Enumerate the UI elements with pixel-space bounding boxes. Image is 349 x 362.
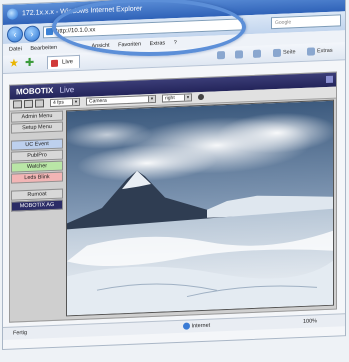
- add-favorite-icon[interactable]: ✚: [25, 57, 34, 69]
- print-icon: [253, 49, 261, 58]
- zone-label: Internet: [191, 322, 211, 330]
- search-input[interactable]: Google: [271, 14, 341, 30]
- grid-icon[interactable]: [35, 99, 44, 108]
- home-icon: [217, 50, 225, 59]
- zone-indicator: Internet: [183, 320, 210, 333]
- header-corner-icon[interactable]: [326, 75, 333, 83]
- snow-landscape-image: [66, 100, 334, 316]
- tab-live[interactable]: Live: [47, 54, 81, 70]
- ie-logo-icon: [7, 8, 18, 20]
- light-chevron-icon: ▼: [184, 94, 191, 101]
- light-select[interactable]: right ▼: [162, 93, 192, 103]
- fps-chevron-icon: ▼: [72, 98, 79, 106]
- camera-select[interactable]: Camera ▼: [86, 94, 156, 106]
- view-title: Live: [59, 85, 75, 95]
- tools-menu-label: Extras: [317, 47, 333, 55]
- mobotix-link[interactable]: MOBOTIX AG: [11, 199, 63, 212]
- live-camera-image: [66, 99, 334, 317]
- print-button[interactable]: [253, 49, 263, 59]
- home-button[interactable]: [217, 50, 227, 60]
- zoom-level[interactable]: 100%: [303, 315, 317, 328]
- page-menu-icon: [273, 48, 281, 57]
- page-menu-button[interactable]: Seite: [273, 47, 296, 58]
- uc-event-button[interactable]: UC Event: [11, 138, 63, 151]
- watcher-button[interactable]: Watcher: [11, 160, 63, 173]
- record-dot-icon[interactable]: [198, 93, 204, 101]
- menu-bearbeiten[interactable]: Bearbeiten: [30, 45, 57, 52]
- publpro-button[interactable]: PublPro: [11, 149, 63, 162]
- tab-label: Live: [62, 59, 74, 66]
- camera-select-value: Camera: [89, 97, 107, 105]
- mobotix-tab-icon: [51, 59, 58, 68]
- tools-menu-button[interactable]: Extras: [307, 46, 333, 57]
- play-icon[interactable]: [24, 99, 33, 109]
- status-text: Fertig: [13, 329, 28, 337]
- camera-side-menu: Admin Menu Setup Menu UC Event PublPro W…: [11, 110, 63, 213]
- rumoat-button[interactable]: Rumoat: [11, 188, 63, 201]
- leds-blink-button[interactable]: Leds Blink: [11, 171, 63, 184]
- globe-icon: [183, 322, 190, 330]
- address-highlight-ellipse: [52, 0, 246, 56]
- admin-menu-button[interactable]: Admin Menu: [11, 110, 63, 123]
- camera-chevron-icon: ▼: [148, 95, 155, 103]
- feeds-button[interactable]: [235, 49, 245, 59]
- setup-menu-button[interactable]: Setup Menu: [11, 121, 63, 134]
- brand-title: MOBOTIX: [16, 85, 54, 97]
- favorites-star-icon[interactable]: ★: [9, 57, 19, 69]
- tools-menu-icon: [307, 46, 315, 56]
- menu-datei[interactable]: Datei: [9, 46, 22, 53]
- snapshot-icon[interactable]: [13, 100, 22, 109]
- fps-select[interactable]: 4 fps ▼: [50, 97, 80, 108]
- feeds-icon: [235, 49, 243, 59]
- fps-select-value: 4 fps: [53, 99, 64, 106]
- light-select-value: right: [165, 95, 175, 102]
- camera-page: MOBOTIX Live 4 fps ▼ Camera ▼ right ▼ Ad…: [9, 71, 337, 323]
- page-menu-label: Seite: [283, 49, 296, 56]
- back-arrow-icon[interactable]: ‹: [7, 26, 23, 43]
- forward-arrow-icon[interactable]: ›: [24, 25, 40, 43]
